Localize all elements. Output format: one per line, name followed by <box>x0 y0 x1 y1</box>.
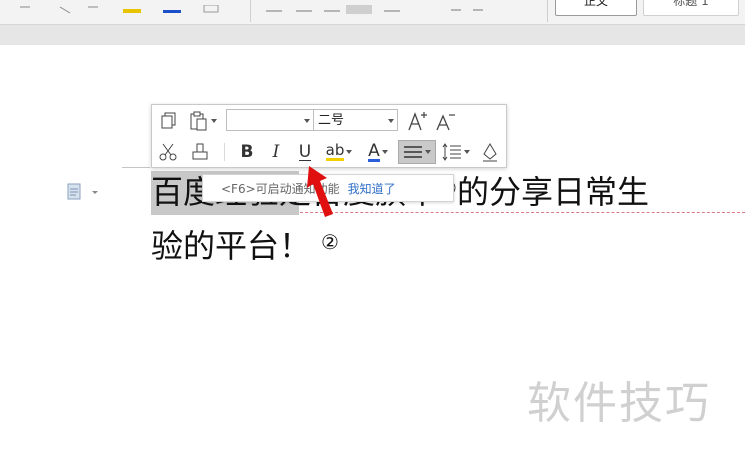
paste-button[interactable] <box>186 109 220 133</box>
text-segment[interactable]: 的分享日常生 <box>457 173 649 211</box>
toolbar-separator <box>224 143 225 161</box>
italic-label: I <box>272 142 280 162</box>
format-painter-icon <box>192 143 208 160</box>
paragraph-align-icons[interactable] <box>262 0 432 14</box>
shrink-font-button[interactable] <box>432 109 458 133</box>
ribbon-separator <box>250 0 251 22</box>
style-normal-box[interactable]: 正文 <box>555 0 637 16</box>
italic-button[interactable]: I <box>265 140 287 164</box>
font-color-button[interactable]: A <box>362 140 394 164</box>
paragraph-settings-icon[interactable] <box>447 0 487 11</box>
copy-button[interactable] <box>158 109 180 133</box>
font-color-label: A <box>368 140 380 162</box>
text-segment[interactable]: 验的平台！ <box>151 227 311 265</box>
bold-label: B <box>240 142 254 162</box>
watermark-text: 软件技巧 <box>527 378 711 429</box>
pen-button[interactable] <box>478 140 502 164</box>
annotation-arrow-icon <box>307 166 333 217</box>
font-name-combo[interactable] <box>226 109 314 131</box>
line-spacing-button[interactable] <box>440 140 472 164</box>
font-color-icon[interactable] <box>161 0 183 13</box>
align-button[interactable] <box>398 140 436 164</box>
grow-font-icon <box>408 112 427 131</box>
char-border-icon[interactable] <box>202 0 220 13</box>
cut-button[interactable] <box>156 140 180 164</box>
workspace-band <box>0 25 745 45</box>
scissors-icon <box>159 143 177 161</box>
ribbon-separator <box>547 0 548 22</box>
highlight-label: ab <box>325 141 345 161</box>
bold-button[interactable]: B <box>236 140 258 164</box>
document-line-2[interactable]: 验的平台！ ② <box>151 228 339 264</box>
chevron-down-icon <box>211 119 217 123</box>
font-tools-icon[interactable] <box>0 0 110 14</box>
copy-icon <box>161 112 176 129</box>
font-size-combo[interactable]: 二号 <box>313 109 398 131</box>
chevron-down-icon <box>381 150 388 154</box>
style-heading1-box[interactable]: 标题 1 <box>643 0 739 16</box>
chevron-down-icon <box>464 150 470 154</box>
grow-font-button[interactable] <box>404 109 430 133</box>
paste-icon <box>190 111 207 131</box>
mini-toolbar: 二号 B I U ab A <box>151 104 507 168</box>
chevron-down-icon <box>425 150 431 154</box>
underline-button[interactable]: U <box>294 140 316 164</box>
line-spacing-icon <box>442 143 461 161</box>
mini-toolbar-row-1: 二号 <box>152 106 506 136</box>
pen-icon <box>483 143 497 162</box>
margin-marker <box>122 167 150 168</box>
footnote-mark: ② <box>321 230 339 254</box>
chevron-down-icon <box>388 119 394 123</box>
ribbon-toolbar: 正文 标题 1 <box>0 0 745 25</box>
chevron-down-icon <box>304 119 310 123</box>
chevron-down-icon <box>346 150 353 154</box>
shrink-font-icon <box>436 114 455 131</box>
highlight-button[interactable]: ab <box>322 140 356 164</box>
font-size-value: 二号 <box>318 113 345 128</box>
align-justify-icon <box>404 146 422 158</box>
highlight-color-icon[interactable] <box>121 0 143 13</box>
got-it-link[interactable]: 我知道了 <box>348 182 396 196</box>
spellcheck-underline <box>300 212 745 213</box>
underline-label: U <box>298 141 312 162</box>
format-painter-button[interactable] <box>188 140 212 164</box>
paragraph-layout-icon[interactable] <box>66 183 100 201</box>
